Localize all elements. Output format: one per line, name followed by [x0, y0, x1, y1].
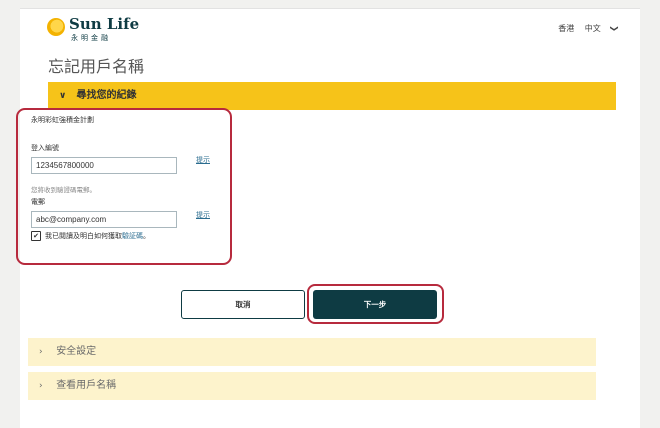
verification-code-link[interactable]: 驗証碼 [122, 232, 143, 240]
section-title: 尋找您的紀錄 [76, 90, 137, 101]
cancel-button[interactable]: 取消 [181, 290, 305, 319]
login-id-label: 登入編號 [31, 144, 59, 152]
chevron-right-icon: › [39, 381, 43, 391]
section-security-settings[interactable]: › 安全設定 [28, 338, 596, 366]
plan-name: 永明彩虹強積金計劃 [31, 116, 94, 124]
consent-row: ✔ 我已閱讀及明白如何獲取驗証碼。 [31, 231, 150, 241]
verification-note: 您將收到驗證碼電郵。 [31, 186, 96, 194]
consent-end: 。 [143, 232, 150, 240]
chevron-right-icon: › [39, 347, 43, 357]
language-selector[interactable]: 香港 中文 ❯ [550, 23, 619, 34]
section-title: 查看用戶名稱 [56, 380, 117, 391]
chevron-down-icon[interactable]: ❯ [610, 25, 619, 32]
section-view-username[interactable]: › 查看用戶名稱 [28, 372, 596, 400]
language-label[interactable]: 中文 [585, 24, 601, 33]
login-id-field[interactable]: 1234567800000 [31, 157, 177, 174]
brand-name: Sun Life [69, 15, 140, 33]
site-header: Sun Life 永明金融 香港 中文 ❯ [20, 9, 640, 47]
email-field[interactable]: abc@company.com [31, 211, 177, 228]
section-title: 安全設定 [56, 346, 97, 357]
section-find-record[interactable]: ∨ 尋找您的紀錄 [48, 82, 616, 110]
chevron-down-icon: ∨ [59, 91, 67, 101]
sun-icon [47, 18, 65, 36]
email-label: 電郵 [31, 198, 45, 206]
login-id-hint-link[interactable]: 提示 [196, 155, 210, 165]
brand-name-zh: 永明金融 [71, 34, 111, 42]
consent-checkbox[interactable]: ✔ [31, 231, 41, 241]
next-button[interactable]: 下一步 [313, 290, 437, 319]
page-title: 忘記用戶名稱 [48, 57, 145, 76]
region-label[interactable]: 香港 [558, 24, 574, 33]
consent-text: 我已閱讀及明白如何獲取 [45, 232, 122, 240]
email-hint-link[interactable]: 提示 [196, 210, 210, 220]
